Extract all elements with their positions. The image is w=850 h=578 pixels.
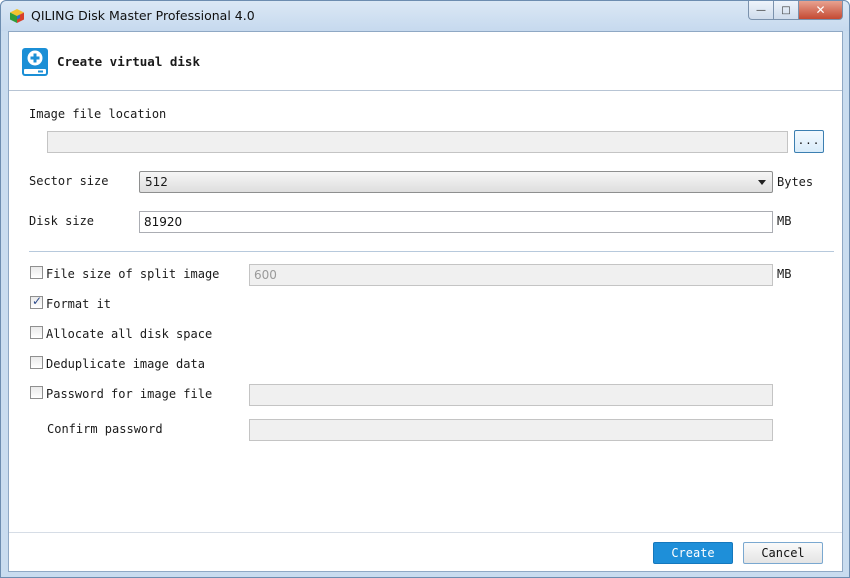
- chevron-down-icon: [758, 180, 766, 185]
- split-size-field[interactable]: [249, 264, 773, 286]
- window-controls: — □ ✕: [748, 1, 843, 21]
- password-field[interactable]: [249, 384, 773, 406]
- sector-size-value: 512: [145, 175, 168, 189]
- format-it-checkbox[interactable]: ✓: [30, 294, 43, 309]
- password-checkbox[interactable]: ✓: [30, 386, 43, 399]
- disk-size-label: Disk size: [29, 214, 95, 228]
- create-button[interactable]: Create: [653, 542, 733, 564]
- disk-size-unit: MB: [777, 214, 792, 228]
- window-title: QILING Disk Master Professional 4.0: [31, 8, 255, 23]
- confirm-password-label: Confirm password: [47, 422, 163, 436]
- section-divider: [29, 251, 834, 252]
- sector-size-unit: Bytes: [777, 175, 814, 189]
- deduplicate-label[interactable]: Deduplicate image data: [46, 357, 205, 371]
- sector-size-select[interactable]: 512: [139, 171, 773, 193]
- add-disk-icon: [22, 48, 48, 76]
- minimize-button[interactable]: —: [748, 1, 774, 20]
- image-location-field[interactable]: [47, 131, 788, 153]
- allocate-all-label[interactable]: Allocate all disk space: [46, 327, 212, 341]
- confirm-password-field[interactable]: [249, 419, 773, 441]
- split-image-label[interactable]: File size of split image: [46, 267, 219, 281]
- app-cube-icon: [10, 9, 24, 23]
- split-image-checkbox[interactable]: ✓: [30, 266, 43, 279]
- dialog-header: Create virtual disk: [9, 32, 842, 91]
- cancel-button[interactable]: Cancel: [743, 542, 823, 564]
- sector-size-label: Sector size: [29, 174, 109, 188]
- disk-size-field[interactable]: [139, 211, 773, 233]
- allocate-all-checkbox[interactable]: ✓: [30, 326, 43, 339]
- deduplicate-checkbox[interactable]: ✓: [30, 356, 43, 369]
- page-title: Create virtual disk: [57, 54, 200, 69]
- close-button[interactable]: ✕: [799, 1, 843, 20]
- split-size-unit: MB: [777, 267, 792, 281]
- dialog-footer: Create Cancel: [9, 532, 842, 571]
- maximize-button[interactable]: □: [774, 1, 799, 20]
- format-it-label[interactable]: Format it: [46, 297, 111, 311]
- dialog-body: Create virtual disk Image file location …: [8, 31, 843, 572]
- browse-button[interactable]: ...: [794, 130, 824, 153]
- password-label[interactable]: Password for image file: [46, 387, 212, 401]
- check-icon: ✓: [32, 294, 43, 308]
- app-window: QILING Disk Master Professional 4.0 — □ …: [0, 0, 850, 578]
- title-bar[interactable]: QILING Disk Master Professional 4.0 — □ …: [1, 1, 849, 31]
- image-location-label: Image file location: [29, 107, 167, 121]
